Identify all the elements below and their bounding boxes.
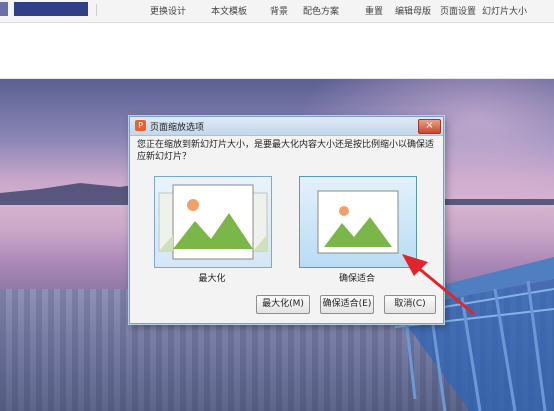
dialog-title: 页面缩放选项 [150,123,205,133]
ribbon-item-template[interactable]: 本文模板 [211,4,247,17]
slide-thumbnail[interactable] [0,2,8,16]
ribbon-item-master[interactable]: 编辑母版 [395,4,431,17]
toolbar-area [0,23,554,79]
dialog-prompt: 您正在缩放到新幻灯片大小，是要最大化内容大小还是按比例缩小以确保适应新幻灯片？ [137,140,435,162]
maximize-button[interactable]: 最大化(M) [256,295,310,314]
annotation-arrow-icon [402,254,475,316]
ribbon-item-background[interactable]: 背景 [270,4,288,17]
ribbon-item-color-scheme[interactable]: 配色方案 [303,4,339,17]
ribbon-toolbar: 更换设计 本文模板 背景 配色方案 重置 编辑母版 页面设置 幻灯片大小 [0,0,554,23]
slide-thumbnail[interactable] [14,2,88,16]
ensure-fit-button[interactable]: 确保适合(E) [320,295,374,314]
option-maximize[interactable] [154,176,272,268]
maximize-illustration-icon [158,184,268,260]
close-button[interactable]: × [418,119,441,134]
dialog-titlebar[interactable]: P 页面缩放选项 × [130,117,443,136]
page-scale-dialog: P 页面缩放选项 × 您正在缩放到新幻灯片大小，是要最大化内容大小还是按比例缩小… [129,116,444,324]
ribbon-item-reset[interactable]: 重置 [365,4,383,17]
separator [96,4,97,16]
ribbon-item-design[interactable]: 更换设计 [150,4,186,17]
ribbon-item-page-setup[interactable]: 页面设置 [440,4,476,17]
app-icon: P [135,120,146,131]
option-maximize-label: 最大化 [198,274,226,284]
ribbon-item-slide-size[interactable]: 幻灯片大小 [482,4,527,17]
